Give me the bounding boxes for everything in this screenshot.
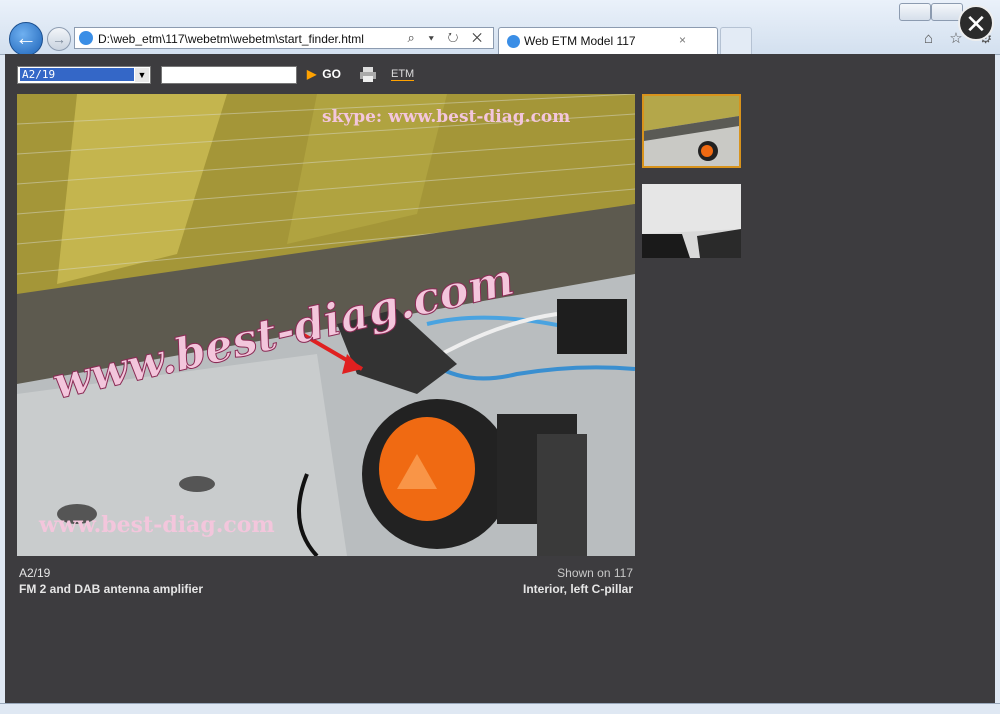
address-tools-icons[interactable]: ⌕ ▾ ↻ ✕ xyxy=(408,30,487,46)
watermark-bottom: www.best-diag.com xyxy=(38,512,275,538)
component-select[interactable]: A2/19 ▼ xyxy=(17,66,151,84)
new-tab-button[interactable] xyxy=(720,27,752,54)
play-icon: ▶ xyxy=(307,67,317,81)
search-input[interactable] xyxy=(161,66,297,84)
thumbnail-2[interactable] xyxy=(642,184,741,258)
forward-arrow-icon: → xyxy=(52,31,66,47)
tab-close-icon[interactable]: × xyxy=(679,33,686,47)
browser-chrome: ← → D:\web_etm\117\webetm\webetm\start_f… xyxy=(0,0,1000,56)
component-location: Interior, left C-pillar xyxy=(522,582,633,596)
go-label: GO xyxy=(322,67,341,81)
overlay-close-button[interactable]: ✕ xyxy=(958,5,994,41)
status-bar xyxy=(0,703,1000,714)
component-name: FM 2 and DAB antenna amplifier xyxy=(19,582,204,596)
tab-web-etm[interactable]: Web ETM Model 117 × xyxy=(498,27,718,54)
watermark-top: skype: www.best-diag.com xyxy=(322,107,570,127)
chevron-down-icon[interactable]: ▼ xyxy=(135,68,149,82)
tab-title: Web ETM Model 117 xyxy=(524,34,636,48)
etm-link[interactable]: ETM xyxy=(391,68,415,81)
shown-on-model: Shown on 117 xyxy=(557,566,633,580)
minimize-button[interactable] xyxy=(899,3,931,21)
etm-content: A2/19 ▼ ▶ GO ETM skype: www.best-diag.co… xyxy=(5,54,995,703)
go-button[interactable]: ▶ GO xyxy=(307,67,341,81)
component-photo: skype: www.best-diag.com www.best-diag.c… xyxy=(17,94,635,556)
address-bar[interactable]: D:\web_etm\117\webetm\webetm\start_finde… xyxy=(74,27,494,49)
ie-tab-icon xyxy=(507,35,520,48)
ie-page-icon xyxy=(79,31,93,45)
back-button[interactable]: ← xyxy=(9,22,43,56)
back-arrow-icon: ← xyxy=(15,25,37,50)
print-icon[interactable] xyxy=(359,67,377,82)
component-select-value: A2/19 xyxy=(20,68,134,81)
address-url: D:\web_etm\117\webetm\webetm\start_finde… xyxy=(98,32,364,46)
close-icon: ✕ xyxy=(965,9,987,39)
component-id: A2/19 xyxy=(19,566,51,580)
forward-button[interactable]: → xyxy=(47,27,71,51)
thumbnail-1[interactable] xyxy=(642,94,741,168)
